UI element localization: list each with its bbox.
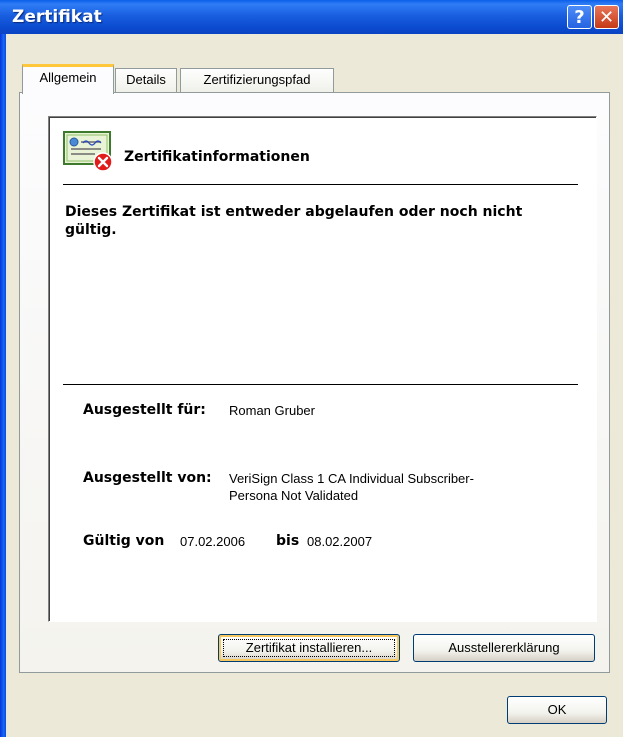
help-icon: ? (574, 7, 585, 28)
valid-to-label: bis (276, 533, 300, 549)
valid-from-value: 07.02.2006 (180, 534, 246, 549)
tab-label: Allgemein (39, 70, 97, 85)
close-button[interactable]: ✕ (594, 5, 619, 29)
issued-by-value-line1: VeriSign Class 1 CA Individual Subscribe… (229, 471, 474, 486)
tab-details[interactable]: Details (115, 68, 177, 92)
tab-label: Zertifizierungspfad (203, 72, 311, 87)
issued-to-value: Roman Gruber (229, 403, 315, 418)
valid-from-label: Gültig von (83, 533, 165, 549)
tab-label: Details (126, 72, 166, 87)
install-certificate-label: Zertifikat installieren... (245, 640, 373, 655)
title-bar[interactable]: Zertifikat ? ✕ (0, 0, 623, 34)
close-icon: ✕ (598, 7, 615, 28)
issuer-statement-label: Ausstellererklärung (448, 640, 560, 655)
window-title: Zertifikat (12, 7, 102, 27)
issued-to-label: Ausgestellt für: (83, 402, 206, 418)
install-certificate-button[interactable]: Zertifikat installieren... (218, 634, 400, 662)
help-button[interactable]: ? (567, 5, 592, 29)
valid-to-value: 08.02.2007 (307, 534, 373, 549)
certificate-info-title: Zertifikatinformationen (124, 149, 310, 165)
divider-top (63, 184, 578, 185)
certificate-error-icon (63, 131, 113, 172)
divider-bottom (63, 384, 578, 385)
issued-by-value-line2: Persona Not Validated (229, 488, 359, 503)
ok-button[interactable]: OK (507, 696, 607, 724)
certificate-dialog: Zertifikat ? ✕ Allgemein Details Zertifi… (0, 0, 623, 737)
issuer-statement-button[interactable]: Ausstellererklärung (413, 634, 595, 662)
tab-zertifizierungspfad[interactable]: Zertifizierungspfad (180, 68, 334, 92)
issued-by-label: Ausgestellt von: (83, 470, 212, 486)
validity-warning: Dieses Zertifikat ist entweder abgelaufe… (65, 204, 523, 238)
ok-label: OK (547, 702, 567, 717)
tab-allgemein[interactable]: Allgemein (22, 64, 114, 94)
